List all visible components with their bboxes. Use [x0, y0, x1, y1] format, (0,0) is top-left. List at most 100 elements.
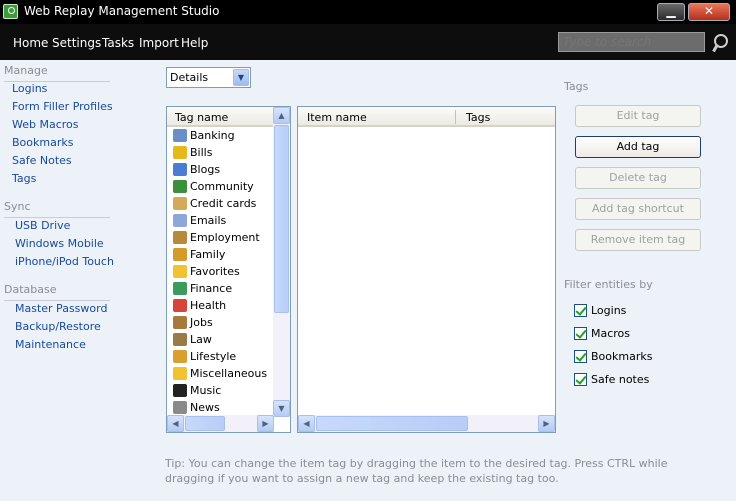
- filter-logins-checkbox[interactable]: [574, 304, 587, 317]
- tag-label: Emails: [190, 214, 227, 227]
- tag-list-item[interactable]: Family: [172, 247, 277, 264]
- scroll-left-button[interactable]: ◀: [298, 415, 315, 432]
- scroll-thumb[interactable]: [274, 125, 289, 313]
- tag-list-item[interactable]: Miscellaneous: [172, 366, 277, 383]
- tag-list-item[interactable]: Law: [172, 332, 277, 349]
- tag-label: Music: [190, 384, 222, 397]
- filter-heading: Filter entities by: [564, 278, 653, 291]
- toolbox-icon: [173, 316, 187, 329]
- sidebar-item-form-filler-profiles[interactable]: Form Filler Profiles: [12, 100, 113, 113]
- divider: [4, 300, 110, 301]
- tag-list-item[interactable]: Health: [172, 298, 277, 315]
- sidebar-item-bookmarks[interactable]: Bookmarks: [12, 136, 73, 149]
- filter-logins-label[interactable]: Logins: [591, 304, 626, 317]
- tag-label: Family: [190, 248, 226, 261]
- menu-help[interactable]: Help: [181, 36, 208, 50]
- chevron-down-icon[interactable]: ▼: [233, 69, 249, 86]
- tag-label: Employment: [190, 231, 260, 244]
- tag-label: Miscellaneous: [190, 367, 268, 380]
- tag-list-item[interactable]: Credit cards: [172, 196, 277, 213]
- column-header-item-name[interactable]: Item name: [307, 111, 367, 124]
- menu-home[interactable]: Home: [13, 36, 48, 50]
- column-header-tag-name[interactable]: Tag name: [167, 107, 274, 127]
- tag-list-item[interactable]: Favorites: [172, 264, 277, 281]
- add-tag-button[interactable]: Add tag: [575, 136, 701, 158]
- delete-tag-button[interactable]: Delete tag: [575, 167, 701, 189]
- minimize-button[interactable]: ▁: [657, 3, 685, 21]
- tag-label: Community: [190, 180, 254, 193]
- tag-list-item[interactable]: Banking: [172, 128, 277, 145]
- tag-list[interactable]: Tag name Banking Bills Blogs Community Credi…: [166, 106, 291, 433]
- tag-label: Bills: [190, 146, 213, 159]
- horizontal-scrollbar[interactable]: ◀ ▶: [167, 415, 274, 432]
- tag-label: Credit cards: [190, 197, 257, 210]
- tag-label: Banking: [190, 129, 235, 142]
- scroll-left-button[interactable]: ◀: [167, 415, 184, 432]
- sidebar-item-backup-restore[interactable]: Backup/Restore: [15, 320, 101, 333]
- filter-safe-notes-checkbox[interactable]: [574, 373, 587, 386]
- add-tag-shortcut-button[interactable]: Add tag shortcut: [575, 198, 701, 220]
- tag-label: Lifestyle: [190, 350, 237, 363]
- main-area: Manage Logins Form Filler Profiles Web M…: [0, 60, 736, 501]
- window-title: Web Replay Management Studio: [24, 4, 220, 18]
- filter-macros-label[interactable]: Macros: [591, 327, 630, 340]
- filter-safe-notes-label[interactable]: Safe notes: [591, 373, 649, 386]
- menu-import[interactable]: Import: [139, 36, 179, 50]
- filter-bookmarks-checkbox[interactable]: [574, 350, 587, 363]
- vertical-scrollbar[interactable]: ▲ ▼: [273, 107, 290, 417]
- filter-bookmarks-label[interactable]: Bookmarks: [591, 350, 652, 363]
- item-list[interactable]: Item name Tags ◀ ▶: [297, 106, 556, 433]
- tag-label: Law: [190, 333, 212, 346]
- sidebar-heading-database: Database: [4, 283, 57, 296]
- scroll-thumb[interactable]: [185, 416, 225, 431]
- edit-tag-button[interactable]: Edit tag: [575, 105, 701, 127]
- scroll-up-button[interactable]: ▲: [273, 107, 290, 124]
- tip-text: Tip: You can change the item tag by drag…: [165, 457, 668, 485]
- sidebar-item-usb-drive[interactable]: USB Drive: [15, 219, 70, 232]
- tag-label: Blogs: [190, 163, 221, 176]
- scroll-down-button[interactable]: ▼: [273, 400, 290, 417]
- tag-list-item[interactable]: Blogs: [172, 162, 277, 179]
- scroll-thumb[interactable]: [316, 416, 468, 431]
- tag-label: News: [190, 401, 220, 414]
- sidebar-item-iphone-ipod-touch[interactable]: iPhone/iPod Touch: [15, 255, 114, 268]
- scroll-right-button[interactable]: ▶: [538, 415, 555, 432]
- sidebar-item-tags[interactable]: Tags: [12, 172, 36, 185]
- tag-list-item[interactable]: Jobs: [172, 315, 277, 332]
- remove-item-tag-button[interactable]: Remove item tag: [575, 229, 701, 251]
- coin-icon: [173, 146, 187, 159]
- tag-label: Health: [190, 299, 227, 312]
- tag-label: Favorites: [190, 265, 240, 278]
- tag-list-item[interactable]: Bills: [172, 145, 277, 162]
- tag-list-item[interactable]: Finance: [172, 281, 277, 298]
- search-icon[interactable]: [709, 32, 729, 54]
- tag-list-item[interactable]: Employment: [172, 230, 277, 247]
- tag-list-item[interactable]: Lifestyle: [172, 349, 277, 366]
- tag-list-item[interactable]: Community: [172, 179, 277, 196]
- column-header-tags[interactable]: Tags: [466, 111, 490, 124]
- menu-tasks[interactable]: Tasks: [102, 36, 134, 50]
- tag-list-item[interactable]: Music: [172, 383, 277, 400]
- scroll-right-button[interactable]: ▶: [257, 415, 274, 432]
- app-logo-icon: [3, 4, 18, 19]
- sidebar-item-logins[interactable]: Logins: [12, 82, 47, 95]
- people-icon: [173, 180, 187, 193]
- sidebar-item-safe-notes[interactable]: Safe Notes: [12, 154, 72, 167]
- view-mode-value: Details: [170, 71, 209, 84]
- briefcase-icon: [173, 231, 187, 244]
- sidebar-item-maintenance[interactable]: Maintenance: [15, 338, 86, 351]
- column-separator[interactable]: [455, 110, 456, 124]
- menu-settings[interactable]: Settings: [52, 36, 101, 50]
- sidebar-item-web-macros[interactable]: Web Macros: [12, 118, 79, 131]
- search-input[interactable]: [558, 32, 705, 52]
- horizontal-scrollbar[interactable]: ◀ ▶: [298, 415, 555, 432]
- filter-macros-checkbox[interactable]: [574, 327, 587, 340]
- tag-list-item[interactable]: Emails: [172, 213, 277, 230]
- health-icon: [173, 299, 187, 312]
- close-button[interactable]: ✕: [688, 3, 730, 21]
- sidebar-item-master-password[interactable]: Master Password: [15, 302, 107, 315]
- view-mode-select[interactable]: Details ▼: [166, 67, 251, 88]
- envelope-icon: [173, 214, 187, 227]
- sidebar-item-windows-mobile[interactable]: Windows Mobile: [15, 237, 104, 250]
- credit-card-icon: [173, 197, 187, 210]
